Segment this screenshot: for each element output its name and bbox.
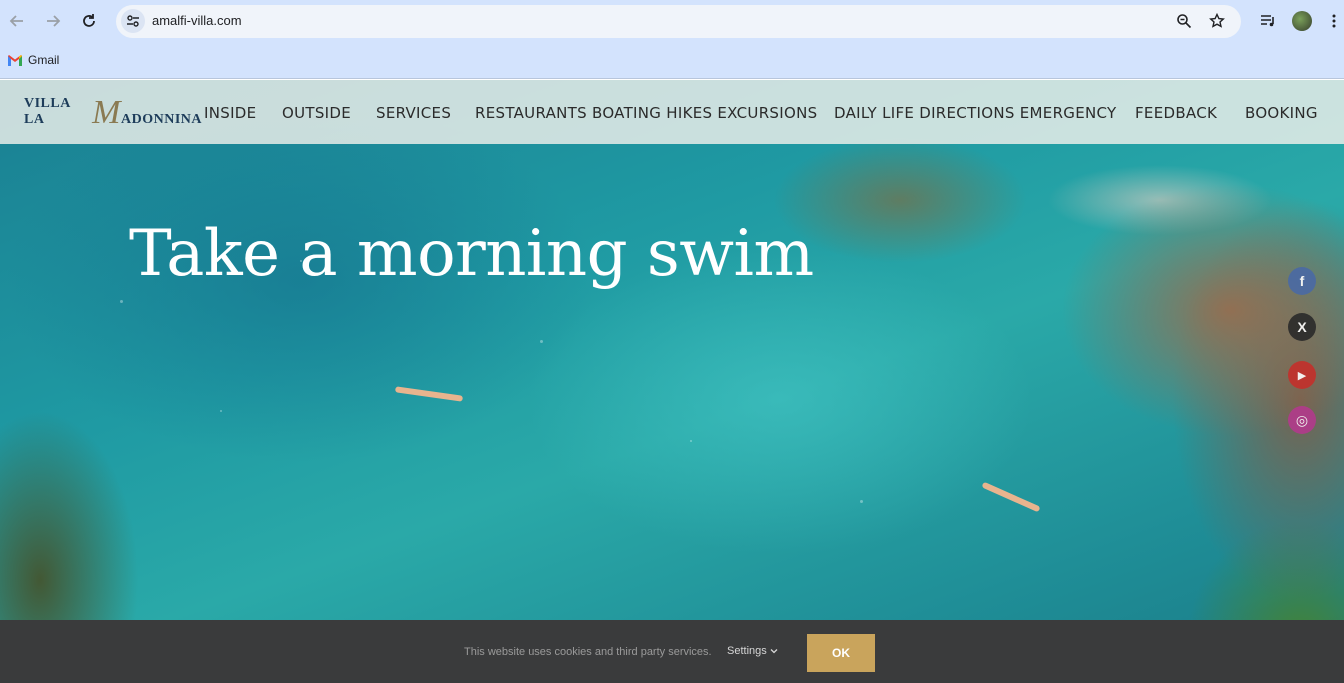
address-bar[interactable]: amalfi-villa.com <box>116 5 1241 38</box>
site-logo[interactable]: VILLA LA M ADONNINA <box>24 96 202 130</box>
hero-background-image <box>0 80 1344 683</box>
nav-restaurants-boating-hikes-excursions[interactable]: RESTAURANTS BOATING HIKES EXCURSIONS <box>475 104 817 122</box>
hero-title: Take a morning swim <box>129 217 814 291</box>
nav-outside[interactable]: OUTSIDE <box>282 104 351 122</box>
cookie-message: This website uses cookies and third part… <box>464 646 712 658</box>
tune-icon <box>127 15 139 27</box>
logo-initial: M <box>92 94 121 131</box>
forward-arrow-icon <box>47 15 61 27</box>
instagram-button[interactable]: ◎ <box>1288 406 1316 434</box>
bookmark-star-button[interactable] <box>1207 11 1227 31</box>
bookmarks-bar: Gmail <box>0 42 1344 79</box>
water-sparkle <box>860 500 863 503</box>
reload-icon <box>83 14 95 27</box>
forward-button[interactable] <box>41 9 65 33</box>
kebab-menu-icon <box>1332 14 1336 28</box>
star-icon <box>1209 13 1225 28</box>
cookie-ok-button[interactable]: OK <box>807 634 875 672</box>
back-arrow-icon <box>9 15 23 27</box>
logo-text-madonnina: ADONNINA <box>121 112 202 127</box>
swimmer-figure <box>394 386 464 402</box>
nav-inside[interactable]: INSIDE <box>204 104 256 122</box>
water-sparkle <box>120 300 123 303</box>
playlist-icon <box>1261 15 1274 27</box>
instagram-icon: ◎ <box>1295 411 1309 428</box>
chevron-down-icon <box>770 649 778 654</box>
facebook-button[interactable]: f <box>1288 267 1316 295</box>
reload-button[interactable] <box>77 9 101 33</box>
url-text[interactable]: amalfi-villa.com <box>152 13 242 28</box>
media-controls-button[interactable] <box>1258 11 1278 31</box>
profile-avatar[interactable] <box>1292 11 1312 31</box>
nav-daily-life-directions-emergency[interactable]: DAILY LIFE DIRECTIONS EMERGENCY <box>834 104 1117 122</box>
bookmark-label: Gmail <box>28 53 60 67</box>
water-sparkle <box>220 410 222 412</box>
youtube-icon: ▶ <box>1297 369 1307 382</box>
logo-text-villa: VILLA LA <box>24 96 71 127</box>
back-button[interactable] <box>5 9 29 33</box>
x-button[interactable]: X <box>1288 313 1316 341</box>
water-sparkle <box>540 340 543 343</box>
gmail-icon <box>8 54 22 66</box>
zoom-button[interactable] <box>1174 11 1194 31</box>
x-icon: X <box>1297 319 1307 335</box>
browser-menu-button[interactable] <box>1328 11 1340 31</box>
nav-services[interactable]: SERVICES <box>376 104 451 122</box>
site-info-button[interactable] <box>121 9 145 33</box>
water-sparkle <box>690 440 692 442</box>
cookie-consent-bar: This website uses cookies and third part… <box>0 620 1344 683</box>
web-page: VILLA LA M ADONNINA INSIDE OUTSIDE SERVI… <box>0 80 1344 683</box>
browser-toolbar: amalfi-villa.com <box>0 0 1344 42</box>
zoom-icon <box>1177 14 1192 29</box>
swimmer-figure <box>981 481 1041 513</box>
facebook-icon: f <box>1299 273 1305 289</box>
nav-feedback[interactable]: FEEDBACK <box>1135 104 1217 122</box>
cookie-settings-label: Settings <box>727 645 767 657</box>
site-header: VILLA LA M ADONNINA INSIDE OUTSIDE SERVI… <box>0 80 1344 144</box>
bookmark-gmail[interactable]: Gmail <box>8 51 59 69</box>
nav-booking[interactable]: BOOKING <box>1245 104 1318 122</box>
cookie-settings-link[interactable]: Settings <box>727 645 778 657</box>
youtube-button[interactable]: ▶ <box>1288 361 1316 389</box>
